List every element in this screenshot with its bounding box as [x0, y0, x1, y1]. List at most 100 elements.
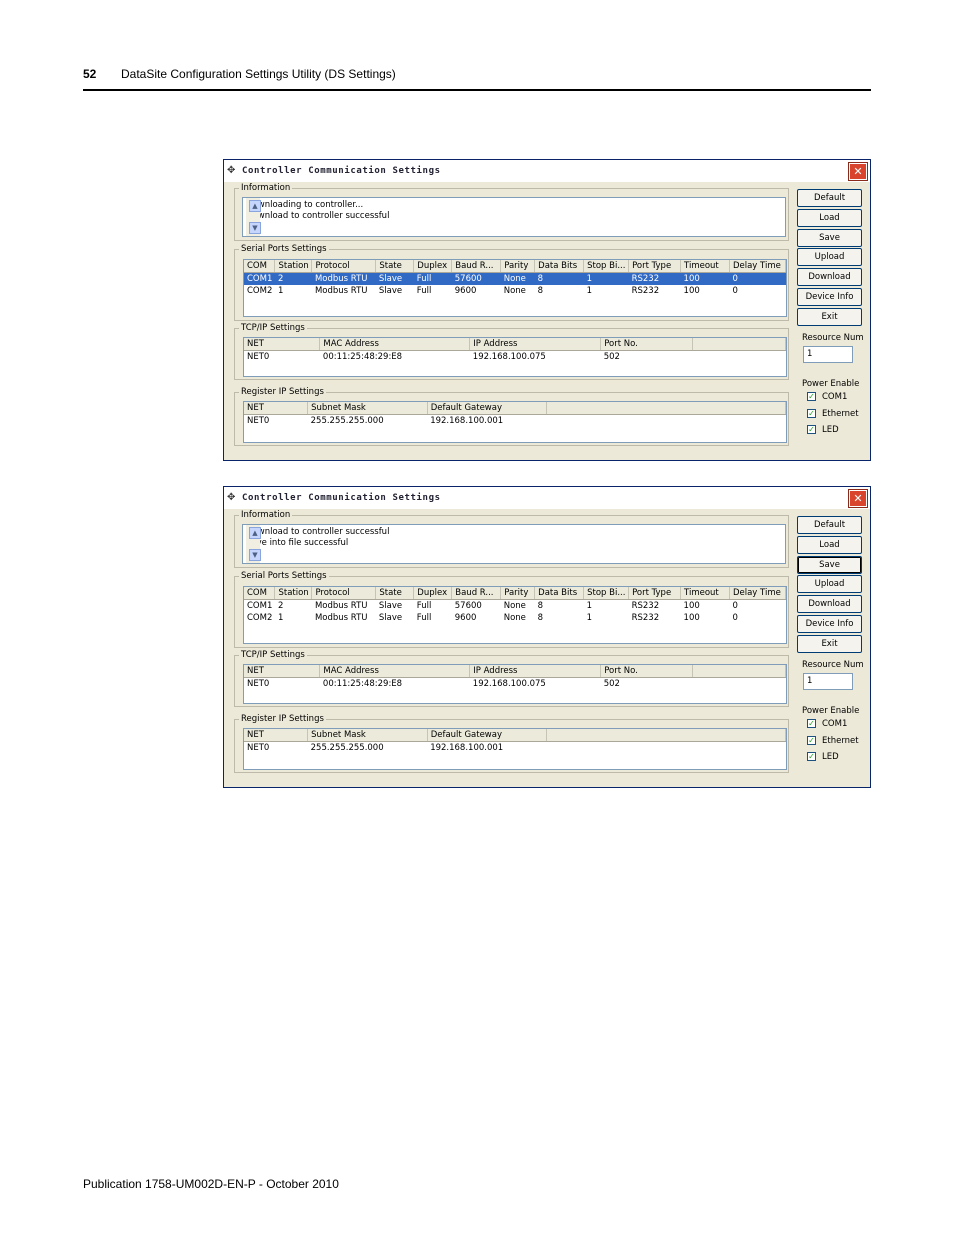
column-header[interactable]: NET	[244, 729, 309, 742]
table-row[interactable]: NET0 00:11:25:48:29:E8 192.168.100.075 502	[244, 351, 786, 364]
table-cell: 9600	[454, 286, 477, 296]
device-info-button[interactable]: Device Info	[797, 615, 862, 633]
device-info-button[interactable]: Device Info	[797, 288, 862, 306]
scrollbar[interactable]: ▲ ▼	[246, 198, 261, 236]
scroll-up-icon[interactable]: ▲	[249, 200, 261, 212]
power-led-checkbox[interactable]: ✓ LED	[807, 425, 839, 435]
column-header[interactable]: COM	[244, 587, 276, 600]
column-header[interactable]: Protocol	[311, 260, 377, 273]
column-header[interactable]: Station	[274, 260, 313, 273]
table-row[interactable]: COM2 1 Modbus RTU Slave Full 9600 None 8 1 RS232 1…	[244, 285, 786, 297]
column-header[interactable]: NET	[244, 665, 321, 678]
power-ethernet-checkbox[interactable]: ✓ Ethernet	[807, 735, 859, 746]
load-button[interactable]: Load	[797, 535, 862, 554]
download-button[interactable]: Download	[797, 595, 862, 614]
column-header[interactable]: Subnet Mask	[307, 402, 428, 415]
column-header[interactable]: Duplex	[413, 260, 453, 273]
table-row[interactable]: NET0 255.255.255.000 192.168.100.001	[244, 742, 786, 755]
checkbox-icon[interactable]: ✓	[807, 719, 816, 728]
power-led-checkbox[interactable]: ✓ LED	[807, 752, 839, 762]
column-header[interactable]: Timeout	[680, 260, 730, 273]
column-header[interactable]: Port No.	[600, 665, 694, 678]
exit-button[interactable]: Exit	[797, 307, 862, 326]
close-icon[interactable]: ✕	[849, 490, 867, 507]
load-button[interactable]: Load	[797, 208, 862, 227]
default-button[interactable]: Default	[797, 516, 862, 534]
table-cell: Modbus RTU	[314, 613, 368, 623]
table-cell: Modbus RTU	[314, 601, 368, 611]
table-row[interactable]: NET0 255.255.255.000 192.168.100.001	[244, 415, 786, 428]
table-row[interactable]: COM1 2 Modbus RTU Slave Full 57600 None 8 1 RS232…	[244, 272, 786, 285]
exit-button[interactable]: Exit	[797, 634, 862, 653]
column-header[interactable]: NET	[244, 402, 309, 415]
resource-num-input[interactable]: 1	[803, 346, 853, 363]
save-button[interactable]: Save	[797, 228, 862, 247]
information-textbox[interactable]: Downloading to controller... Download to …	[242, 197, 786, 237]
scrollbar[interactable]: ▲ ▼	[246, 525, 261, 563]
table-row[interactable]: COM1 2 Modbus RTU Slave Full 57600 None 8 1 RS232…	[244, 600, 786, 613]
column-header[interactable]: IP Address	[469, 338, 602, 351]
checkbox-icon[interactable]: ✓	[807, 752, 816, 761]
column-header[interactable]: Delay Time	[729, 260, 787, 273]
resource-num-label: Resource Num	[802, 660, 864, 670]
save-button[interactable]: Save	[797, 555, 862, 574]
column-header[interactable]: Protocol	[311, 587, 377, 600]
register-ip-table[interactable]: NET Subnet Mask Default Gateway NET0 255.255…	[244, 402, 786, 427]
scroll-down-icon[interactable]: ▼	[249, 222, 261, 234]
column-header[interactable]: MAC Address	[319, 338, 471, 351]
column-header[interactable]: MAC Address	[319, 665, 471, 678]
upload-button[interactable]: Upload	[797, 248, 862, 267]
table-cell: RS232	[631, 613, 660, 623]
column-header[interactable]: NET	[244, 338, 321, 351]
column-header[interactable]: State	[375, 260, 415, 273]
column-header[interactable]: Stop Bi...	[583, 260, 630, 273]
column-header[interactable]: Duplex	[413, 587, 453, 600]
column-header[interactable]: Port Type	[628, 260, 682, 273]
power-com1-checkbox[interactable]: ✓ COM1	[807, 719, 847, 729]
column-header[interactable]: Default Gateway	[427, 729, 548, 742]
column-header[interactable]: COM	[244, 260, 276, 273]
checkbox-icon[interactable]: ✓	[807, 735, 816, 745]
column-header[interactable]: Subnet Mask	[307, 729, 428, 742]
checkbox-icon[interactable]: ✓	[807, 425, 816, 434]
column-header[interactable]	[692, 338, 786, 351]
column-header[interactable]	[546, 729, 786, 742]
power-com1-checkbox[interactable]: ✓ COM1	[807, 392, 847, 402]
column-header[interactable]: Parity	[500, 260, 536, 273]
information-textbox[interactable]: Download to controller successful Save in…	[242, 524, 786, 564]
column-header[interactable]: Baud R...	[451, 587, 502, 600]
column-header[interactable]: Parity	[500, 587, 536, 600]
default-button[interactable]: Default	[797, 189, 862, 207]
checkbox-icon[interactable]: ✓	[807, 392, 816, 401]
column-header[interactable]: Data Bits	[534, 587, 585, 600]
column-header[interactable]	[692, 665, 786, 678]
serial-ports-table[interactable]: COM Station Protocol State Duplex Baud R... Pa…	[244, 260, 787, 297]
column-header[interactable]: Data Bits	[534, 260, 585, 273]
column-header[interactable]: Port Type	[628, 587, 682, 600]
column-header[interactable]: Stop Bi...	[583, 587, 630, 600]
column-header[interactable]: Port No.	[600, 338, 694, 351]
column-header[interactable]: Delay Time	[729, 587, 787, 600]
tcpip-table[interactable]: NET MAC Address IP Address Port No. NET0 00:1…	[244, 338, 786, 363]
table-row[interactable]: COM2 1 Modbus RTU Slave Full 9600 None 8 1 RS232 1…	[244, 612, 786, 624]
column-header[interactable]: IP Address	[469, 665, 602, 678]
download-button[interactable]: Download	[797, 268, 862, 287]
upload-button[interactable]: Upload	[797, 575, 862, 594]
scroll-up-icon[interactable]: ▲	[249, 527, 261, 539]
column-header[interactable]: State	[375, 587, 415, 600]
column-header[interactable]	[546, 402, 786, 415]
scroll-down-icon[interactable]: ▼	[249, 549, 261, 561]
column-header[interactable]: Timeout	[680, 587, 730, 600]
table-row[interactable]: NET0 00:11:25:48:29:E8 192.168.100.075 502	[244, 678, 786, 691]
table-cell: 00:11:25:48:29:E8	[322, 352, 403, 362]
close-icon[interactable]: ✕	[849, 163, 867, 180]
tcpip-table[interactable]: NET MAC Address IP Address Port No. NET0 00:1…	[244, 665, 786, 690]
checkbox-icon[interactable]: ✓	[807, 408, 816, 418]
column-header[interactable]: Baud R...	[451, 260, 502, 273]
column-header[interactable]: Default Gateway	[427, 402, 548, 415]
register-ip-table[interactable]: NET Subnet Mask Default Gateway NET0 255.255…	[244, 729, 786, 754]
resource-num-input[interactable]: 1	[803, 673, 853, 690]
power-ethernet-checkbox[interactable]: ✓ Ethernet	[807, 408, 859, 419]
serial-ports-table[interactable]: COM Station Protocol State Duplex Baud R... Pa…	[244, 587, 787, 624]
column-header[interactable]: Station	[274, 587, 313, 600]
